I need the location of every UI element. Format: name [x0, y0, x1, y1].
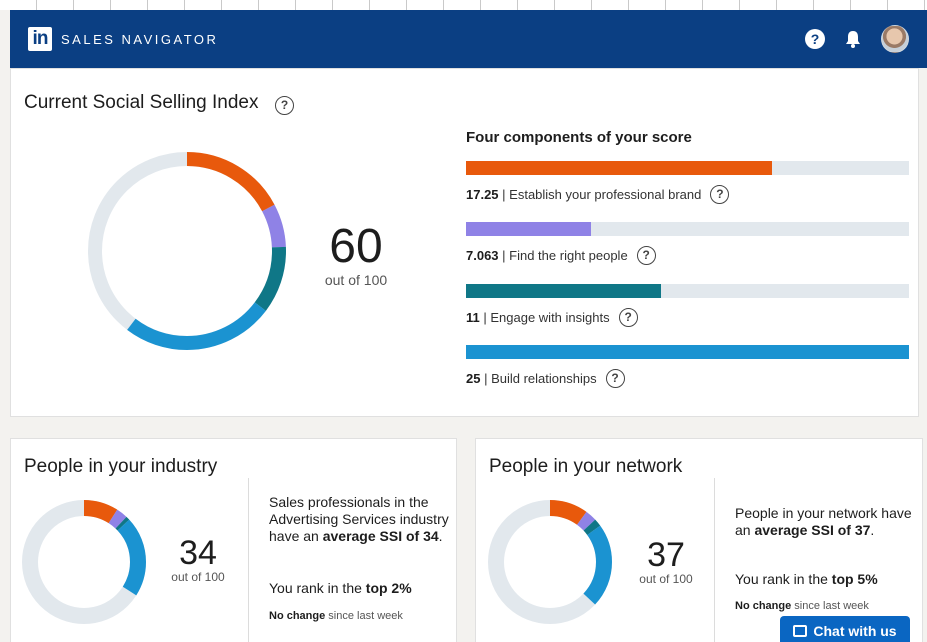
network-description: People in your network have an average S… — [735, 505, 915, 539]
ssi-score: 60 out of 100 — [306, 220, 406, 289]
component-bar-track — [466, 161, 909, 175]
chat-button[interactable]: Chat with us — [780, 616, 910, 642]
avatar[interactable] — [881, 25, 909, 53]
network-change-bold: No change — [735, 600, 792, 612]
component-name: Engage with insights — [490, 310, 610, 325]
component-label-row: 17.25 | Establish your professional bran… — [466, 185, 730, 204]
component-label-row: 11 | Engage with insights? — [466, 308, 638, 327]
industry-rank-value: top 2% — [365, 580, 412, 596]
industry-divider — [248, 478, 249, 642]
component-name: Build relationships — [491, 371, 597, 386]
top-navbar: in SALES NAVIGATOR ? — [10, 10, 927, 68]
industry-change-text: since last week — [325, 610, 403, 622]
network-change-text: since last week — [791, 600, 869, 612]
component-separator: | — [479, 310, 491, 325]
component-label: 25 | Build relationships — [466, 371, 597, 386]
help-icon[interactable]: ? — [605, 369, 625, 388]
components-title: Four components of your score — [466, 129, 692, 146]
component-label: 7.063 | Find the right people — [466, 248, 628, 263]
industry-description: Sales professionals in the Advertising S… — [269, 494, 454, 545]
component-value: 7.063 — [466, 248, 499, 263]
industry-title: People in your industry — [24, 456, 218, 477]
network-score: 37 out of 100 — [628, 538, 704, 586]
component-separator: | — [480, 371, 492, 386]
component-bar-fill — [466, 161, 772, 175]
network-score-value: 37 — [647, 536, 685, 574]
component-name: Establish your professional brand — [509, 187, 702, 202]
linkedin-logo[interactable]: in — [28, 27, 52, 51]
browser-top-strip — [0, 0, 927, 10]
network-divider — [714, 478, 715, 642]
help-icon[interactable]: ? — [710, 185, 730, 204]
industry-desc-end: . — [438, 528, 443, 544]
industry-score-outof: out of 100 — [171, 570, 225, 584]
network-desc-end: . — [870, 522, 875, 538]
component-separator: | — [498, 187, 510, 202]
component-name: Find the right people — [509, 248, 628, 263]
component-bar-track — [466, 222, 909, 236]
help-icon[interactable]: ? — [805, 29, 825, 49]
help-icon[interactable]: ? — [618, 308, 638, 327]
component-label: 17.25 | Establish your professional bran… — [466, 187, 701, 202]
industry-score: 34 out of 100 — [160, 536, 236, 584]
industry-change: No change since last week — [269, 610, 403, 622]
industry-rank: You rank in the top 2% — [269, 580, 412, 596]
network-rank: You rank in the top 5% — [735, 571, 878, 587]
network-rank-value: top 5% — [831, 571, 878, 587]
industry-rank-text: You rank in the — [269, 580, 366, 596]
industry-change-bold: No change — [269, 610, 326, 622]
industry-donut-chart — [22, 500, 146, 624]
help-icon[interactable]: ? — [275, 96, 294, 115]
network-rank-text: You rank in the — [735, 571, 832, 587]
component-separator: | — [498, 248, 510, 263]
component-value: 11 — [466, 310, 480, 325]
industry-desc-bold: average SSI of 34 — [322, 528, 439, 544]
component-value: 17.25 — [466, 187, 499, 202]
component-bar-track — [466, 284, 909, 298]
component-bar-fill — [466, 345, 909, 359]
ssi-title: Current Social Selling Index — [24, 92, 259, 113]
component-label-row: 25 | Build relationships? — [466, 369, 625, 388]
industry-score-value: 34 — [179, 534, 217, 572]
ssi-title-row: Current Social Selling Index ? — [24, 92, 294, 115]
brand-name: SALES NAVIGATOR — [61, 31, 219, 47]
chat-icon — [793, 625, 808, 637]
ssi-score-outof: out of 100 — [324, 272, 388, 288]
help-icon[interactable]: ? — [636, 246, 656, 265]
network-score-outof: out of 100 — [639, 572, 693, 586]
network-desc-bold: average SSI of 37 — [754, 522, 871, 538]
component-label-row: 7.063 | Find the right people? — [466, 246, 656, 265]
network-donut-chart — [488, 500, 612, 624]
bell-icon[interactable] — [843, 29, 863, 49]
navbar-actions: ? — [805, 25, 909, 53]
ssi-donut-chart — [88, 152, 286, 350]
component-bar-fill — [466, 284, 661, 298]
component-value: 25 — [466, 371, 481, 386]
ssi-score-value: 60 — [329, 220, 383, 273]
component-bar-track — [466, 345, 909, 359]
chat-label: Chat with us — [813, 623, 897, 639]
component-bar-fill — [466, 222, 592, 236]
network-title: People in your network — [489, 456, 683, 477]
component-label: 11 | Engage with insights — [466, 310, 610, 325]
network-change: No change since last week — [735, 600, 869, 612]
